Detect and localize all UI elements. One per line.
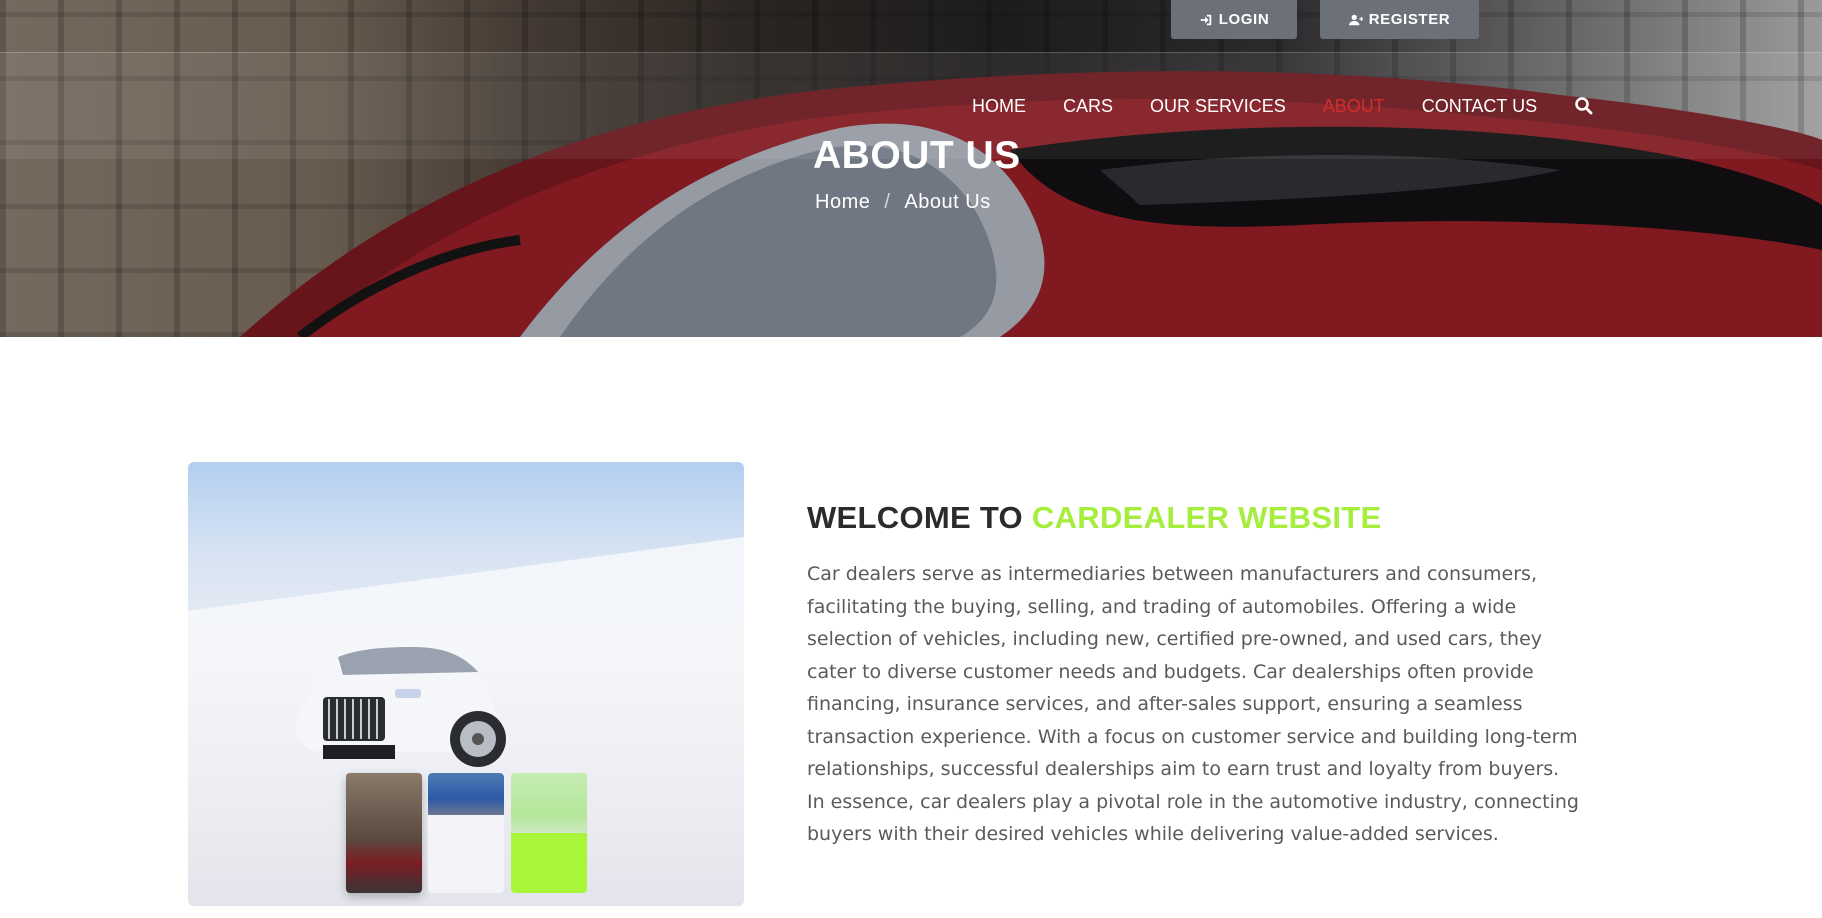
main-nav: HOME CARS OUR SERVICES ABOUT CONTACT US: [972, 92, 1594, 120]
breadcrumb-separator: /: [884, 191, 891, 213]
about-image: [188, 462, 744, 906]
welcome-heading: WELCOME TO CARDEALER WEBSITE: [807, 500, 1381, 536]
thumbnail-green-car[interactable]: [511, 773, 587, 893]
register-label: REGISTER: [1368, 11, 1451, 28]
nav-about[interactable]: ABOUT: [1323, 96, 1385, 117]
login-label: LOGIN: [1218, 11, 1270, 28]
white-car-image: [294, 645, 506, 767]
login-button[interactable]: LOGIN: [1171, 0, 1297, 39]
page-title: ABOUT US: [813, 134, 1021, 177]
hero-banner: LOGIN REGISTER HOME CARS OUR SERVICES AB…: [0, 0, 1822, 337]
sign-in-icon: [1200, 14, 1211, 25]
topbar-divider: [0, 52, 1822, 53]
breadcrumb-current: About Us: [904, 191, 991, 213]
nav-home[interactable]: HOME: [972, 96, 1026, 117]
nav-contact-us[interactable]: CONTACT US: [1422, 96, 1537, 117]
about-description: Car dealers serve as intermediaries betw…: [807, 563, 1579, 845]
welcome-heading-accent: CARDEALER WEBSITE: [1031, 500, 1382, 535]
thumbnail-red-car[interactable]: [346, 773, 422, 893]
breadcrumb: Home / About Us: [815, 191, 991, 214]
search-icon[interactable]: [1574, 96, 1594, 116]
welcome-heading-prefix: WELCOME TO: [807, 500, 1023, 535]
nav-cars[interactable]: CARS: [1063, 96, 1113, 117]
nav-our-services[interactable]: OUR SERVICES: [1150, 96, 1286, 117]
thumbnail-blue-car[interactable]: [428, 773, 504, 893]
user-plus-icon: [1348, 14, 1363, 25]
register-button[interactable]: REGISTER: [1320, 0, 1479, 39]
breadcrumb-home[interactable]: Home: [815, 191, 870, 214]
